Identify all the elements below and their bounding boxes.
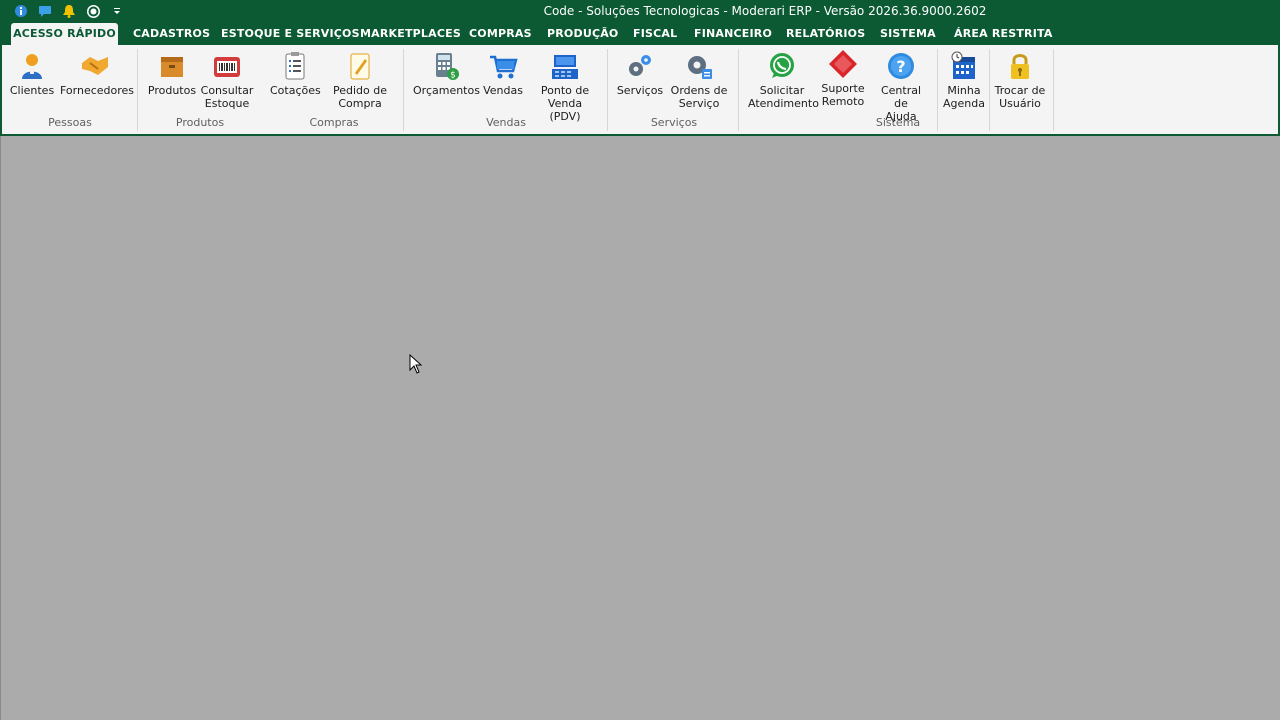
group-divider [738,49,739,131]
consultar-estoque-button[interactable]: Consultar Estoque [200,51,254,110]
help-icon: ? [888,53,914,79]
person-icon [22,54,42,79]
suporte-remoto-button[interactable]: Suporte Remoto [820,49,866,108]
produtos-label: Produtos [147,84,197,97]
tab-producao[interactable]: PRODUÇÃO [547,23,618,45]
tab-financeiro[interactable]: FINANCEIRO [694,23,772,45]
group-label-compras: Compras [309,116,359,129]
handshake-icon [82,57,108,75]
tab-relatorios[interactable]: RELATÓRIOS [786,23,865,45]
fornecedores-label: Fornecedores [60,84,135,97]
solicitar-atendimento-button[interactable]: Solicitar Atendimento [748,51,819,110]
calendar-icon [951,51,975,79]
group-divider [989,49,990,131]
tab-marketplaces[interactable]: MARKETPLACES [360,23,461,45]
remote-support-icon [829,50,857,78]
pos-terminal-icon [552,55,578,79]
produtos-button[interactable]: Produtos [146,51,198,97]
group-divider [1053,49,1054,131]
gears-icon [629,55,651,76]
group-label-pessoas: Pessoas [48,116,92,129]
barcode-scanner-icon [214,57,240,77]
vendas-label: Vendas [483,84,523,97]
central-de-ajuda-button[interactable]: ? Central de Ajuda [873,51,929,123]
group-label-produtos: Produtos [175,116,225,129]
trocar-de-usuario-label: Trocar de Usuário [994,84,1046,110]
title-bar: Code - Soluções Tecnologicas - Moderari … [0,0,1280,22]
mouse-cursor-icon [409,354,423,374]
ponto-de-venda-button[interactable]: Ponto de Venda (PDV) [532,51,598,123]
workspace-area[interactable] [0,136,1280,720]
padlock-icon [1011,54,1029,79]
whatsapp-icon [770,53,794,78]
suporte-remoto-label: Suporte Remoto [821,82,865,108]
servicos-button[interactable]: Serviços [616,51,664,97]
orcamentos-label: Orçamentos [413,84,480,97]
tab-estoque-e-servicos[interactable]: ESTOQUE E SERVIÇOS [221,23,360,45]
cotacoes-button[interactable]: Cotações [270,51,321,97]
pedido-de-compra-button[interactable]: Pedido de Compra [332,51,388,110]
tab-area-restrita[interactable]: ÁREA RESTRITA [954,23,1053,45]
consultar-estoque-label: Consultar Estoque [200,84,254,110]
vendas-button[interactable]: Vendas [482,51,524,97]
calculator-icon: $ [436,53,459,81]
minha-agenda-button[interactable]: Minha Agenda [942,51,986,110]
window-title: Code - Soluções Tecnologicas - Moderari … [543,4,987,18]
pedido-de-compra-label: Pedido de Compra [332,84,387,110]
ribbon-tabs: ACESSO RÁPIDO CADASTROS ESTOQUE E SERVIÇ… [0,22,1280,45]
trocar-de-usuario-button[interactable]: Trocar de Usuário [994,51,1046,110]
tab-acesso-rapido[interactable]: ACESSO RÁPIDO [11,23,118,45]
checklist-icon [285,52,305,80]
tab-sistema[interactable]: SISTEMA [880,23,936,45]
minha-agenda-label: Minha Agenda [943,84,985,110]
central-de-ajuda-label: Central de Ajuda [880,84,922,123]
shopping-cart-icon [490,55,518,79]
tab-cadastros[interactable]: CADASTROS [133,23,210,45]
clientes-button[interactable]: Clientes [8,51,56,97]
orcamentos-button[interactable]: $ Orçamentos [413,51,480,97]
cotacoes-label: Cotações [270,84,321,97]
servicos-label: Serviços [616,84,664,97]
group-divider [137,49,138,131]
svg-text:$: $ [450,71,456,81]
clientes-label: Clientes [9,84,55,97]
group-label-servicos: Serviços [650,116,698,129]
order-form-icon [350,53,370,80]
group-divider [403,49,404,131]
ribbon-panel: Pessoas Produtos Compras Vendas Serviços… [0,45,1280,136]
solicitar-atendimento-label: Solicitar Atendimento [748,84,819,110]
box-icon [161,57,183,77]
service-order-icon [688,56,712,79]
group-divider [607,49,608,131]
tab-compras[interactable]: COMPRAS [469,23,532,45]
fornecedores-button[interactable]: Fornecedores [60,51,135,97]
ponto-de-venda-label: Ponto de Venda (PDV) [540,84,590,123]
svg-text:?: ? [896,57,905,76]
window-border-left [0,45,2,136]
ordens-de-servico-label: Ordens de Serviço [670,84,728,110]
ordens-de-servico-button[interactable]: Ordens de Serviço [670,51,728,110]
tab-fiscal[interactable]: FISCAL [633,23,677,45]
